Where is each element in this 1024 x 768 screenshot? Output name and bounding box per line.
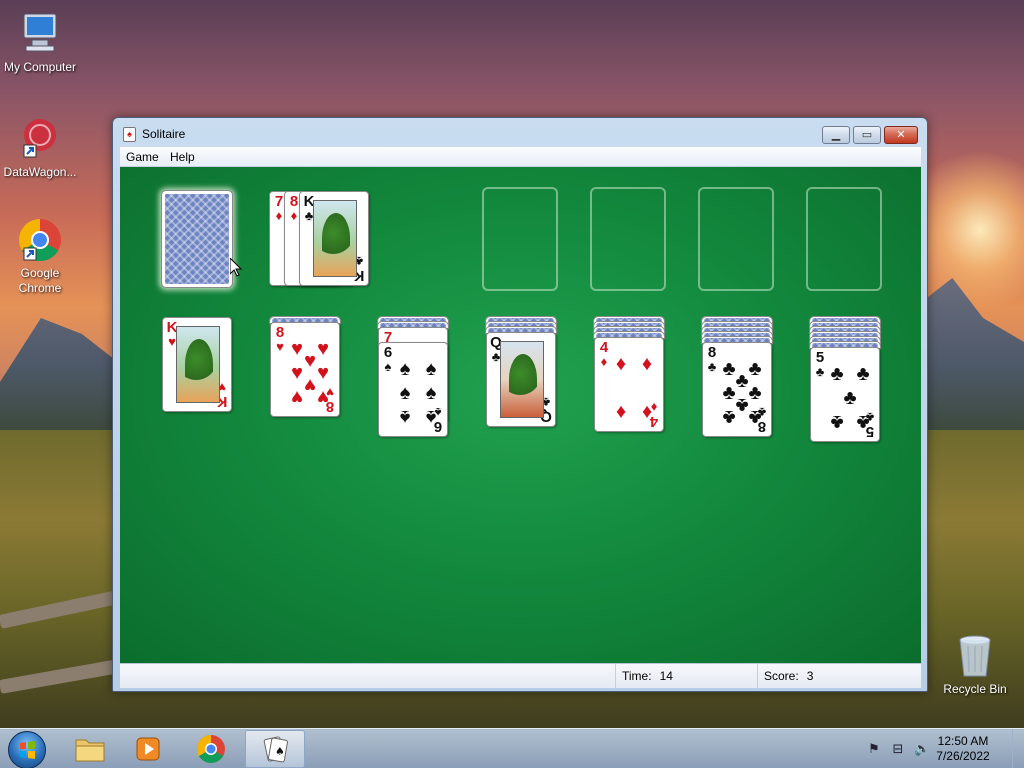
stock-pile[interactable] — [161, 190, 233, 288]
card-pip: ♠ — [399, 358, 411, 380]
tree-illustration — [509, 354, 537, 404]
solitaire-app-icon: ♠ — [123, 127, 136, 142]
card-pip: ♦ — [641, 401, 653, 423]
card-suit: ♠ — [384, 359, 392, 374]
clock-time: 12:50 AM — [937, 734, 989, 748]
clock-date: 7/26/2022 — [936, 749, 990, 763]
game-table: 7♦7♦♦♦♦♦♦♦♦8♦8♦♦♦♦♦♦♦♦♦K♣K♣K♥K♥8♥8♥♥♥♥♥♥… — [120, 167, 921, 663]
face-card-art — [313, 200, 357, 277]
card-suit: ♣ — [707, 359, 717, 374]
menu-help[interactable]: Help — [166, 150, 199, 164]
computer-icon — [16, 10, 64, 58]
tree-illustration — [185, 339, 213, 389]
datawagon-icon — [16, 115, 64, 163]
desktop-icon-recycle-bin[interactable]: Recycle Bin — [935, 632, 1015, 697]
taskbar-chrome[interactable] — [183, 730, 239, 768]
foundation-slot[interactable] — [806, 187, 882, 291]
folder-icon — [75, 739, 105, 762]
mouse-cursor-icon — [230, 258, 242, 277]
time-status: Time: 14 — [615, 664, 757, 689]
windows-logo-icon — [20, 741, 35, 759]
face-card-art — [176, 326, 220, 403]
taskbar: ♠ ⚑ ⊟ 🔈 12:50 AM 7/26/2022 — [0, 728, 1024, 768]
card-suit: ♦ — [600, 354, 608, 369]
start-button[interactable] — [8, 731, 46, 768]
action-center-icon[interactable]: ⚑ — [866, 741, 882, 757]
desktop-icon-datawagon[interactable]: DataWagon... — [0, 115, 80, 180]
card-pip: ♥ — [317, 386, 329, 408]
score-label: Score: — [764, 669, 799, 683]
card-pip: ♦ — [615, 353, 627, 375]
maximize-button[interactable]: ▭ — [853, 126, 881, 144]
desktop-icon-label: DataWagon... — [3, 165, 77, 179]
card-pip: ♠ — [399, 382, 411, 404]
chrome-icon — [16, 216, 64, 264]
tableau-card[interactable]: 5 ♣ 5 ♣ ♣ ♣ ♣ ♣ ♣ — [810, 347, 880, 442]
card-pip: ♣ — [748, 406, 762, 428]
card-index: 5 ♣ — [813, 350, 827, 379]
tableau-card[interactable]: K ♥ K ♥ — [162, 317, 232, 412]
solitaire-icon: ♠ — [263, 736, 288, 763]
score-value: 3 — [806, 669, 814, 683]
card-pip: ♥ — [291, 386, 303, 408]
tableau-card[interactable]: Q ♣ Q ♣ — [486, 332, 556, 427]
window-title: Solitaire — [142, 127, 186, 141]
card-pip: ♣ — [830, 363, 844, 385]
card-suit: ♣ — [815, 364, 825, 379]
tableau-card[interactable]: 4 ♦ 4 ♦ ♦ ♦ ♦ ♦ — [594, 337, 664, 432]
foundation-slot[interactable] — [698, 187, 774, 291]
menu-bar: Game Help — [120, 147, 921, 167]
card-suit: ♥ — [276, 339, 284, 354]
solitaire-window: ♠ Solitaire ▁ ▭ ✕ Game Help 7♦7♦♦♦♦♦♦♦♦8… — [112, 117, 928, 692]
close-button[interactable]: ✕ — [884, 126, 918, 144]
chrome-icon — [197, 735, 225, 763]
score-status: Score: 3 — [757, 664, 921, 689]
network-icon[interactable]: ⊟ — [890, 741, 906, 757]
foundation-slot[interactable] — [590, 187, 666, 291]
media-player-icon — [136, 737, 160, 761]
desktop-icon-label: My Computer — [3, 60, 77, 74]
card-pip: ♣ — [856, 363, 870, 385]
card-pip: ♣ — [722, 406, 736, 428]
card-index: 8 ♣ — [705, 345, 719, 374]
taskbar-clock[interactable]: 12:50 AM 7/26/2022 — [928, 734, 998, 764]
tableau-card[interactable]: 6 ♠ 6 ♠ ♠ ♠ ♠ ♠ ♠ ♠ — [378, 342, 448, 437]
desktop-icon-label: Recycle Bin — [943, 682, 1007, 696]
tableau-card[interactable]: 8 ♥ 8 ♥ ♥ ♥ ♥ ♥ ♥ ♥ ♥ ♥ — [270, 322, 340, 417]
face-card-art — [500, 341, 544, 418]
waste-card[interactable]: K ♣ K ♣ — [299, 191, 369, 286]
card-index: 8 ♥ — [273, 325, 287, 354]
tableau-card[interactable]: 8 ♣ 8 ♣ ♣ ♣ ♣ ♣ ♣ ♣ ♣ ♣ — [702, 342, 772, 437]
card-index: 6 ♠ — [381, 345, 395, 374]
card-pip: ♣ — [843, 387, 857, 409]
menu-game[interactable]: Game — [122, 150, 163, 164]
taskbar-media-player[interactable] — [121, 730, 177, 768]
desktop-icon-google-chrome[interactable]: Google Chrome — [0, 216, 80, 296]
minimize-button[interactable]: ▁ — [822, 126, 850, 144]
recycle-bin-icon — [951, 632, 999, 680]
card-pip: ♠ — [425, 358, 437, 380]
show-desktop-button[interactable] — [1012, 729, 1024, 768]
card-index: 4 ♦ — [597, 340, 611, 369]
svg-text:♠: ♠ — [275, 745, 285, 758]
card-pip: ♣ — [856, 411, 870, 433]
foundation-slot[interactable] — [482, 187, 558, 291]
card-pip: ♦ — [641, 353, 653, 375]
card-pip: ♠ — [425, 382, 437, 404]
desktop-icon-label: Google Chrome — [18, 266, 62, 295]
tree-illustration — [322, 213, 350, 263]
card-pip: ♦ — [615, 401, 627, 423]
card-pip: ♠ — [399, 406, 411, 428]
taskbar-explorer[interactable] — [62, 730, 118, 768]
time-label: Time: — [622, 669, 652, 683]
desktop-icon-my-computer[interactable]: My Computer — [0, 10, 80, 75]
status-bar: Time: 14 Score: 3 — [120, 663, 921, 689]
time-value: 14 — [659, 669, 673, 683]
taskbar-solitaire[interactable]: ♠ — [245, 730, 305, 768]
card-pip: ♣ — [830, 411, 844, 433]
card-pip: ♠ — [425, 406, 437, 428]
window-titlebar[interactable]: ♠ Solitaire ▁ ▭ ✕ — [113, 118, 927, 148]
